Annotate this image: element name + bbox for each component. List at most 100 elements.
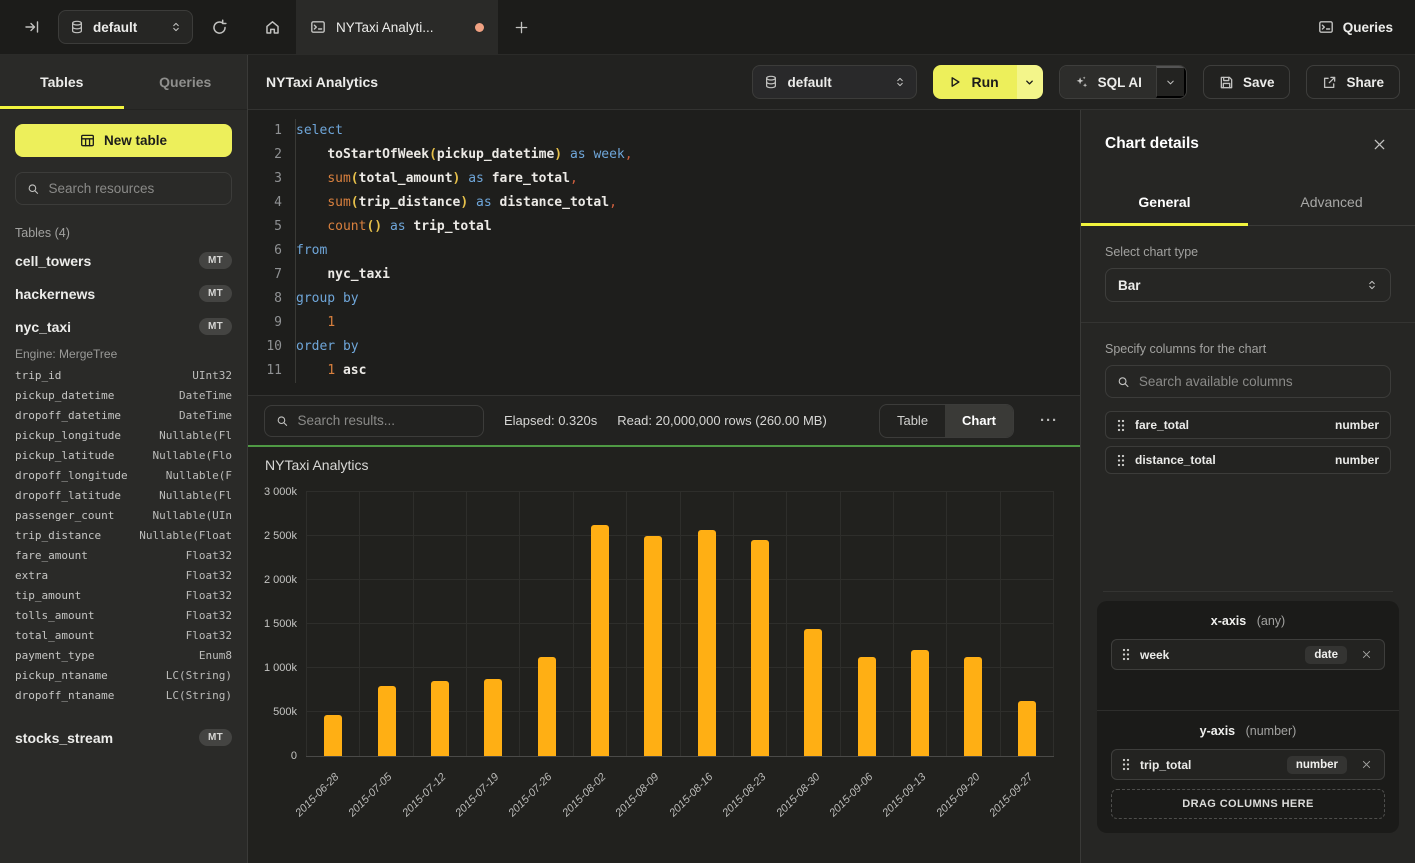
column-row: pickup_latitudeNullable(Flo bbox=[15, 445, 232, 465]
x-axis-column-chip[interactable]: week date bbox=[1111, 639, 1385, 670]
more-icon: ··· bbox=[1040, 412, 1058, 429]
chart-bar bbox=[858, 657, 876, 756]
new-tab-button[interactable] bbox=[498, 0, 544, 54]
x-tick-label: 2015-08-02 bbox=[560, 771, 608, 819]
chart-bar bbox=[378, 686, 396, 756]
drag-handle-icon[interactable] bbox=[1117, 454, 1125, 467]
column-row: tolls_amountFloat32 bbox=[15, 605, 232, 625]
search-icon bbox=[27, 182, 39, 196]
column-type: Nullable(UIn bbox=[153, 509, 232, 522]
x-tick-label: 2015-09-27 bbox=[987, 771, 1035, 819]
chevron-down-icon bbox=[1024, 77, 1035, 88]
chart-bar bbox=[644, 536, 662, 756]
plus-icon bbox=[514, 20, 529, 35]
columns-search-input[interactable] bbox=[1139, 374, 1379, 389]
new-table-button[interactable]: New table bbox=[15, 124, 232, 157]
drag-handle-icon[interactable] bbox=[1117, 419, 1125, 432]
select-updown-icon bbox=[1366, 279, 1378, 291]
table-row[interactable]: nyc_taxiMT bbox=[15, 310, 232, 343]
line-number: 11 bbox=[248, 359, 282, 383]
select-updown-icon bbox=[894, 76, 906, 88]
x-tick-label: 2015-07-19 bbox=[453, 771, 501, 819]
sidebar-tab-tables[interactable]: Tables bbox=[0, 55, 124, 109]
toolbar-database-select[interactable]: default bbox=[752, 65, 917, 99]
refresh-button[interactable] bbox=[205, 13, 234, 42]
close-icon bbox=[1361, 649, 1372, 660]
y-axis-header: y-axis (number) bbox=[1111, 724, 1385, 738]
sql-ai-options-button[interactable] bbox=[1156, 66, 1186, 98]
panel-tabs: General Advanced bbox=[1081, 178, 1415, 226]
y-axis-column-chip[interactable]: trip_total number bbox=[1111, 749, 1385, 780]
table-row[interactable]: cell_towersMT bbox=[15, 244, 232, 277]
chart-title: NYTaxi Analytics bbox=[265, 457, 368, 473]
drag-columns-drop-zone[interactable]: DRAG COLUMNS HERE bbox=[1111, 789, 1385, 819]
available-column-chip[interactable]: fare_totalnumber bbox=[1105, 411, 1391, 439]
code-text: sum(trip_distance) as distance_total, bbox=[295, 191, 617, 215]
table-row[interactable]: stocks_streamMT bbox=[15, 721, 232, 754]
line-number: 4 bbox=[248, 191, 282, 215]
database-select[interactable]: default bbox=[58, 10, 193, 44]
x-tick-label: 2015-07-12 bbox=[400, 771, 448, 819]
chart-bar bbox=[1018, 701, 1036, 756]
share-button[interactable]: Share bbox=[1306, 65, 1400, 99]
drag-handle-icon[interactable] bbox=[1122, 648, 1130, 661]
panel-header: Chart details bbox=[1081, 110, 1415, 178]
column-type: Float32 bbox=[186, 549, 232, 562]
code-text: toStartOfWeek(pickup_datetime) as week, bbox=[295, 143, 633, 167]
sidebar-search-input[interactable] bbox=[48, 181, 220, 196]
panel-close-button[interactable] bbox=[1368, 133, 1391, 156]
column-name: dropoff_longitude bbox=[15, 469, 128, 482]
line-number: 2 bbox=[248, 143, 282, 167]
panel-tab-advanced[interactable]: Advanced bbox=[1248, 178, 1415, 225]
tables-section-label: Tables (4) bbox=[15, 226, 232, 240]
queries-button[interactable]: Queries bbox=[1318, 19, 1393, 35]
sidebar-search bbox=[15, 172, 232, 205]
chart-column bbox=[626, 492, 679, 756]
save-button[interactable]: Save bbox=[1203, 65, 1291, 99]
play-icon bbox=[948, 75, 962, 89]
close-icon bbox=[1372, 137, 1387, 152]
editor-line: 1select bbox=[248, 119, 1080, 143]
column-type: LC(String) bbox=[166, 669, 232, 682]
share-button-label: Share bbox=[1346, 75, 1384, 90]
chart-type-value: Bar bbox=[1118, 278, 1141, 293]
chart-section: NYTaxi Analytics 0500k1 000k1 500k2 000k… bbox=[248, 445, 1080, 863]
top-bar: default NYTaxi Analyti... bbox=[0, 0, 1415, 55]
chart-type-select[interactable]: Bar bbox=[1105, 268, 1391, 302]
more-options-button[interactable]: ··· bbox=[1034, 408, 1064, 433]
y-axis-label: y-axis bbox=[1200, 724, 1235, 738]
results-bar: Elapsed: 0.320s Read: 20,000,000 rows (2… bbox=[248, 395, 1080, 445]
line-number: 8 bbox=[248, 287, 282, 311]
editor-line: 2 toStartOfWeek(pickup_datetime) as week… bbox=[248, 143, 1080, 167]
sidebar-tab-queries[interactable]: Queries bbox=[124, 55, 248, 109]
available-column-chip[interactable]: distance_totalnumber bbox=[1105, 446, 1391, 474]
table-view-button[interactable]: Table bbox=[880, 405, 945, 437]
home-button[interactable] bbox=[248, 0, 296, 54]
chart-type-section: Select chart type Bar bbox=[1081, 226, 1415, 322]
x-tick-label: 2015-08-23 bbox=[720, 771, 768, 819]
table-row[interactable]: hackernewsMT bbox=[15, 277, 232, 310]
sql-editor[interactable]: 1select2 toStartOfWeek(pickup_datetime) … bbox=[248, 110, 1080, 395]
toolbar-database-value: default bbox=[787, 75, 831, 90]
sql-ai-button-group: SQL AI bbox=[1059, 65, 1187, 99]
sparkles-icon bbox=[1074, 75, 1089, 90]
column-row: pickup_longitudeNullable(Fl bbox=[15, 425, 232, 445]
sql-ai-button[interactable]: SQL AI bbox=[1060, 66, 1156, 98]
available-column-name: distance_total bbox=[1135, 453, 1325, 467]
line-number: 5 bbox=[248, 215, 282, 239]
y-axis-remove-button[interactable] bbox=[1359, 757, 1374, 772]
run-button[interactable]: Run bbox=[933, 65, 1016, 99]
home-icon bbox=[264, 19, 281, 36]
code-text: select bbox=[295, 119, 343, 143]
x-axis-remove-button[interactable] bbox=[1359, 647, 1374, 662]
results-search-input[interactable] bbox=[297, 413, 472, 428]
run-options-button[interactable] bbox=[1017, 65, 1043, 99]
tab-nytaxi-analytics[interactable]: NYTaxi Analyti... bbox=[296, 0, 498, 54]
collapse-sidebar-button[interactable] bbox=[18, 13, 46, 41]
x-tick-label: 2015-06-28 bbox=[293, 771, 341, 819]
panel-tab-general[interactable]: General bbox=[1081, 178, 1248, 225]
drag-handle-icon[interactable] bbox=[1122, 758, 1130, 771]
chart-view-button[interactable]: Chart bbox=[945, 405, 1013, 437]
column-row: payment_typeEnum8 bbox=[15, 645, 232, 665]
terminal-icon bbox=[310, 19, 326, 35]
